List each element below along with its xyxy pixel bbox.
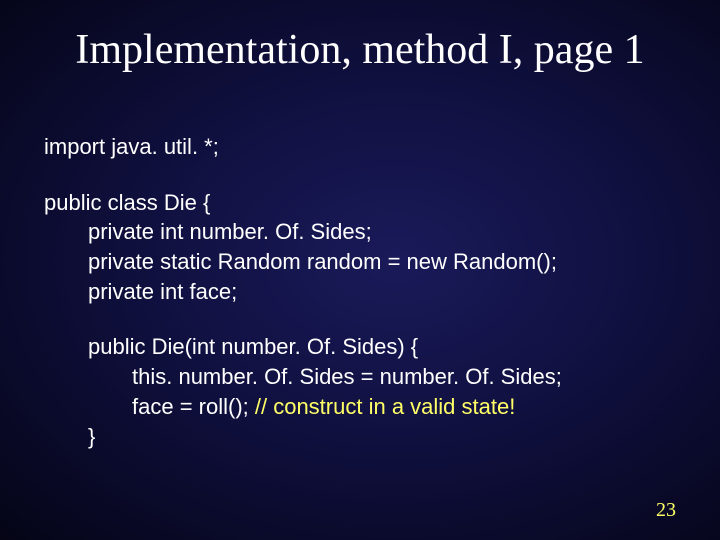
code-text: face = roll();	[132, 394, 255, 419]
blank-line	[44, 162, 690, 188]
code-line: this. number. Of. Sides = number. Of. Si…	[44, 362, 690, 392]
slide-title: Implementation, method I, page 1	[0, 26, 720, 74]
code-line: }	[44, 422, 690, 452]
slide: Implementation, method I, page 1 import …	[0, 0, 720, 540]
code-line: private static Random random = new Rando…	[44, 247, 690, 277]
code-block: import java. util. *; public class Die {…	[44, 132, 690, 451]
code-line: private int face;	[44, 277, 690, 307]
code-line: import java. util. *;	[44, 132, 690, 162]
code-line: face = roll(); // construct in a valid s…	[44, 392, 690, 422]
page-number: 23	[656, 499, 676, 522]
code-line: public Die(int number. Of. Sides) {	[44, 332, 690, 362]
code-line: public class Die {	[44, 188, 690, 218]
code-line: private int number. Of. Sides;	[44, 217, 690, 247]
blank-line	[44, 306, 690, 332]
code-comment: // construct in a valid state!	[255, 394, 515, 419]
